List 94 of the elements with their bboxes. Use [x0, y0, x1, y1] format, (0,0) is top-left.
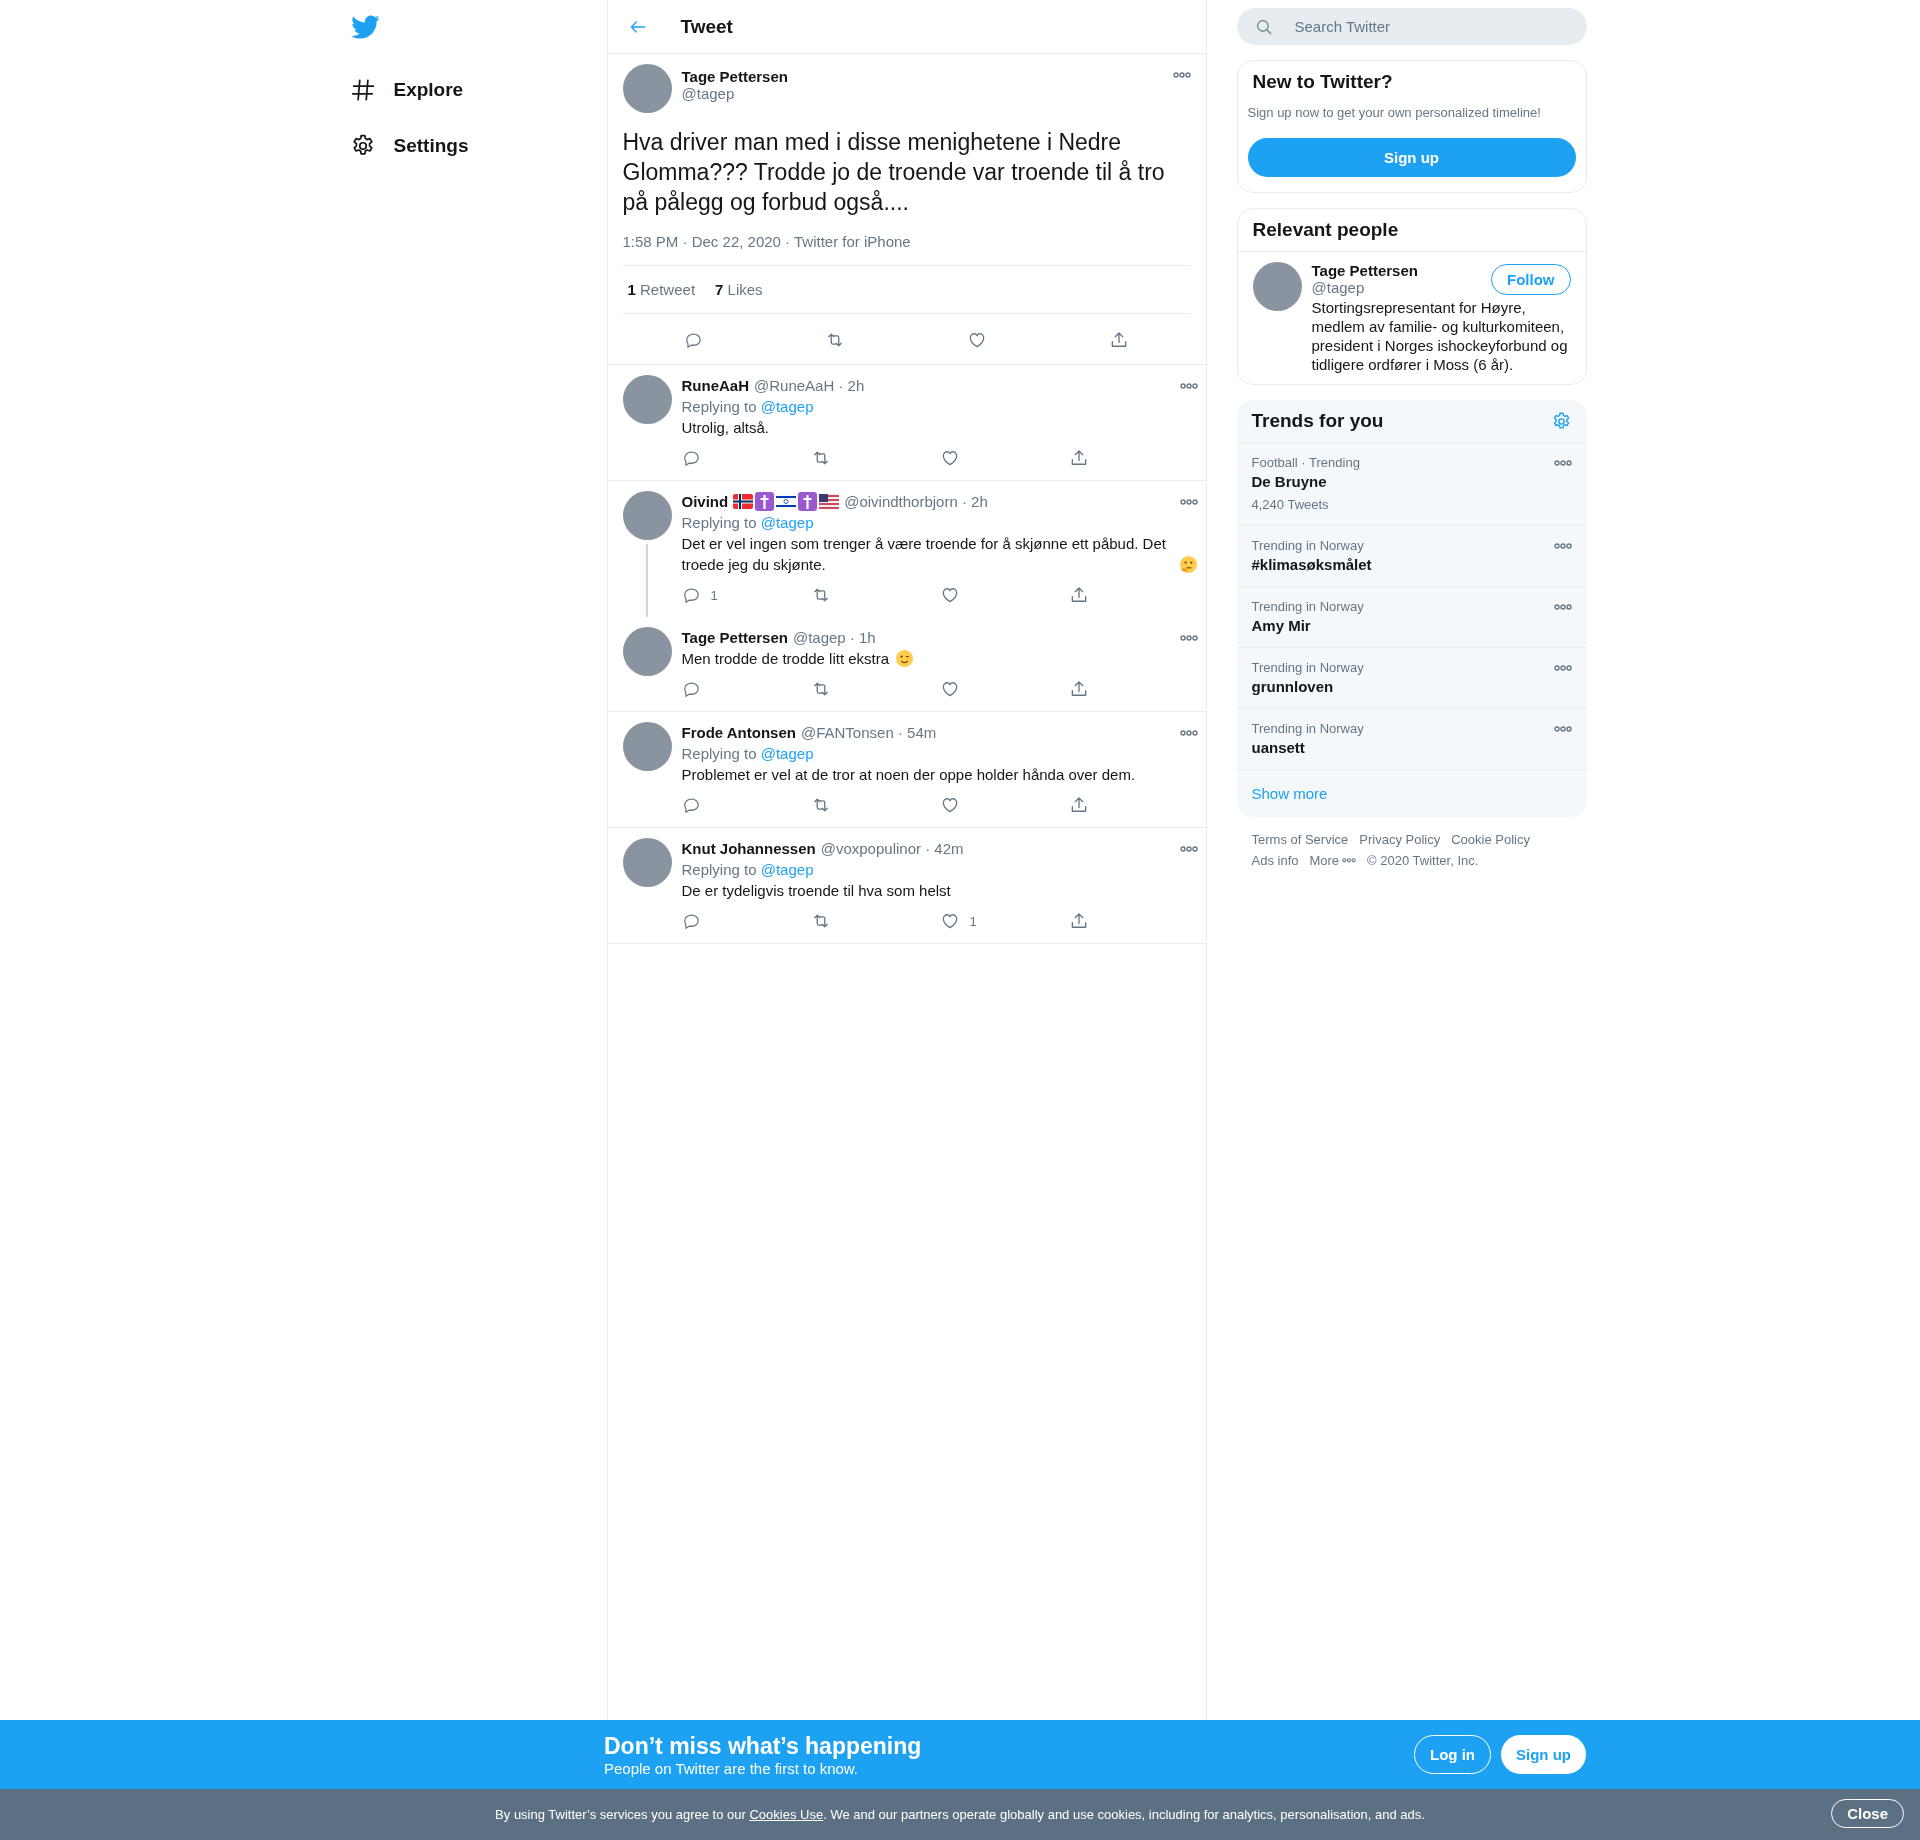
more-icon[interactable] [1553, 665, 1572, 671]
reply-author-name: Oivind [681, 492, 729, 512]
reply-text: De er tydeligvis troende til hva som helst [681, 881, 951, 901]
replying-to-text: Replying to @tagep [681, 860, 815, 880]
replying-to-text: Replying to @tagep [681, 397, 815, 417]
mention-link[interactable]: @tagep [760, 745, 814, 762]
card-title: Relevant people [1237, 209, 1586, 252]
avatar-photo-placeholder [622, 627, 672, 676]
trend-context: Trending in Norway [1251, 660, 1364, 675]
nav-link[interactable]: Explore [333, 64, 464, 120]
trend-name: #klimasøksmålet [1251, 556, 1372, 573]
reply-handle-time: @voxpopulinor · 42m [820, 839, 964, 859]
replying-to-text: Replying to @tagep [681, 513, 815, 533]
more-icon[interactable] [1553, 726, 1572, 732]
trend-name: De Bruyne [1251, 473, 1328, 490]
avatar-photo-placeholder [622, 722, 672, 771]
trend-name: Amy Mir [1251, 617, 1312, 634]
reply-button[interactable]: 1 [681, 585, 811, 605]
footer-link[interactable]: Terms of Service [1251, 832, 1349, 847]
trend-context: Trending in Norway [1251, 599, 1364, 614]
reply-handle-time: @FANTonsen · 54m [800, 723, 937, 743]
search-icon [1254, 17, 1273, 36]
more-icon[interactable] [1179, 382, 1198, 389]
person-name: Tage Pettersen [1311, 262, 1419, 279]
stat-link[interactable]: 1 Retweet [627, 281, 696, 298]
more-icon[interactable] [1179, 634, 1198, 641]
more-icon[interactable] [1172, 72, 1191, 78]
footer-link[interactable]: More [1309, 853, 1357, 868]
author-handle: @tagep [681, 85, 736, 102]
page-title: Tweet [680, 15, 733, 38]
tweet-timestamp: 1:58 PM · Dec 22, 2020 · Twitter for iPhone [622, 233, 1191, 266]
search-field[interactable]: Search Twitter [1236, 8, 1587, 45]
trend-item[interactable]: Trending in Norway Amy Mir [1236, 587, 1587, 648]
trend-item[interactable]: Trending in Norway #klimasøksmålet [1236, 526, 1587, 587]
avatar-photo-placeholder [622, 375, 672, 424]
reply-text: Utrolig, altså. [681, 418, 770, 438]
avatar-photo-placeholder [622, 64, 672, 113]
banner-subtitle: People on Twitter are the first to know. [604, 1759, 860, 1777]
like-button[interactable]: 1 [939, 911, 1069, 931]
trend-context: Football · Trending [1251, 455, 1360, 470]
more-icon[interactable] [1553, 543, 1572, 549]
trend-context: Trending in Norway [1251, 538, 1365, 553]
person-handle: @tagep [1311, 279, 1366, 296]
show-more-link[interactable]: Show more [1236, 770, 1587, 817]
tweet-text: Hva driver man med i disse menighetene i Nedre Glomma??? Trodde jo de troende var troende til å tro på pålegg og forbud også.... [622, 128, 1166, 217]
reply-text: Problemet er vel at de tror at noen der oppe holder hånda over dem. [681, 765, 1136, 785]
mention-link[interactable]: @tagep [760, 514, 814, 531]
reply-text: Det er vel ingen som trenger å være troende for å skjønne ett påbud. Det troede jeg du skjønte. [681, 534, 1167, 575]
more-icon[interactable] [1179, 498, 1198, 505]
author-name: Tage Pettersen [681, 68, 789, 85]
search-input[interactable]: Search Twitter [1292, 17, 1569, 36]
signup-text: Sign up now to get your own personalized timeline! [1247, 105, 1542, 120]
more-icon[interactable] [1553, 460, 1572, 466]
footer-link[interactable]: Cookie Policy [1451, 832, 1530, 847]
footer-link[interactable]: Privacy Policy [1359, 832, 1441, 847]
cookie-notice: By using Twitter’s services you agree to our Cookies Use. We and our partners operate globally and use cookies, including for analytics, personalisation, and ads. [495, 1807, 1425, 1822]
trend-name: uansett [1251, 739, 1306, 756]
card-title: Trends for you [1250, 409, 1385, 433]
login-button[interactable]: Log in [1414, 1735, 1491, 1774]
trend-item[interactable]: Trending in Norway grunnloven [1236, 648, 1587, 709]
footer-link[interactable]: Ads info [1251, 853, 1299, 868]
hashtag-icon [349, 77, 376, 103]
avatar-photo-placeholder [622, 491, 672, 540]
more-icon[interactable] [1179, 845, 1198, 852]
reply-author-name: RuneAaH [681, 376, 749, 396]
mention-link[interactable]: @tagep [760, 861, 814, 878]
banner-title: Don’t miss what’s happening [604, 1732, 923, 1760]
replying-to-text: Replying to @tagep [681, 744, 815, 764]
reply-handle-time: @RuneAaH · 2h [754, 376, 865, 396]
stat-link[interactable]: 7 Likes [715, 281, 763, 298]
signup-button[interactable]: Sign up [1501, 1735, 1586, 1774]
reply-author-name: Knut Johannessen [681, 839, 816, 859]
reply-handle-time: @oivindthorbjorn · 2h [844, 492, 988, 512]
more-icon[interactable] [1553, 604, 1572, 610]
trend-item[interactable]: Trending in Norway uansett [1236, 709, 1587, 770]
reply-author-name: Frode Antonsen [681, 723, 796, 743]
trend-context: Trending in Norway [1251, 721, 1364, 736]
reply-text: Men trodde de trodde litt ekstra [681, 649, 890, 669]
reply-handle-time: @tagep · 1h [792, 628, 876, 648]
signup-button[interactable]: Sign up [1247, 138, 1576, 177]
more-icon[interactable] [1179, 729, 1198, 736]
trend-item[interactable]: Football · Trending De Bruyne 4,240 Tweets [1236, 443, 1587, 526]
reply-author-name: Tage Pettersen [681, 628, 788, 648]
nav-link[interactable]: Settings [333, 120, 469, 176]
avatar-photo-placeholder [1252, 262, 1302, 311]
copyright-text: © 2020 Twitter, Inc. [1367, 853, 1479, 868]
card-title: New to Twitter? [1251, 70, 1394, 94]
trend-count: 4,240 Tweets [1251, 497, 1330, 512]
more-icon[interactable] [1342, 858, 1357, 863]
person-bio: Stortingsrepresentant for Høyre, medlem av familie- og kulturkomiteen, president i Norges ishockeyforbund og tidligere ordfører i Moss (6 år). [1311, 298, 1569, 374]
trend-name: grunnloven [1251, 678, 1335, 695]
avatar-photo-placeholder [622, 838, 672, 887]
follow-button[interactable]: Follow [1491, 264, 1571, 295]
mention-link[interactable]: @tagep [760, 398, 814, 415]
